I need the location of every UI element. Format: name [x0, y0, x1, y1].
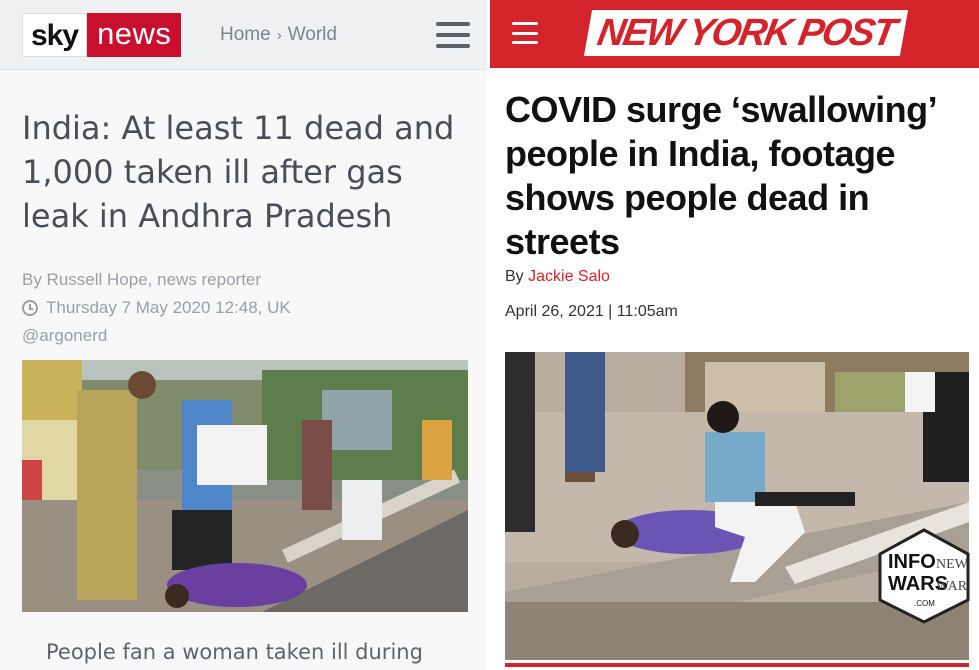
infowars-watermark: INFO WARS NEW WAR .COM	[878, 528, 970, 624]
sky-header: sky news Home › World	[0, 0, 487, 70]
article-author: By Russell Hope, news reporter	[22, 270, 262, 289]
accent-bar	[505, 663, 969, 667]
ny-post-logo[interactable]: NEW YORK POST	[583, 10, 909, 56]
breadcrumb-separator: ›	[276, 26, 282, 44]
breadcrumb: Home › World	[220, 24, 337, 46]
infowars-logo-icon: INFO WARS NEW WAR .COM	[878, 528, 970, 624]
watermark-small: .COM	[914, 599, 935, 608]
logo-sky-text: sky	[22, 13, 88, 57]
article-author-link[interactable]: Jackie Salo	[528, 268, 610, 285]
watermark-line1: INFO	[888, 551, 936, 573]
article-headline: COVID surge ‘swallowing’ people in India…	[505, 89, 936, 262]
watermark-line4: WAR	[936, 579, 968, 594]
article-photo	[22, 360, 468, 612]
nyp-header: NEW YORK POST	[490, 0, 979, 68]
breadcrumb-world[interactable]: World	[288, 24, 337, 46]
article-date-row: Thursday 7 May 2020 12:48, UK	[22, 298, 291, 318]
sky-news-article: sky news Home › World India: At least 11…	[0, 0, 487, 670]
article-date: April 26, 2021 | 11:05am	[505, 303, 678, 320]
clock-icon	[22, 300, 38, 316]
watermark-line3: NEW	[936, 557, 969, 572]
logo-news-text: news	[87, 13, 182, 57]
hamburger-menu-icon[interactable]	[512, 22, 538, 44]
article-byline: By Jackie Salo	[505, 268, 610, 286]
photo-scene-street-gas-leak	[22, 360, 468, 612]
breadcrumb-home[interactable]: Home	[220, 24, 271, 46]
hamburger-menu-icon[interactable]	[436, 22, 470, 48]
byline-prefix: By	[505, 268, 524, 285]
article-headline: India: At least 11 dead and 1,000 taken …	[22, 109, 455, 235]
photo-caption: People fan a woman taken ill during	[46, 640, 423, 664]
sky-news-logo[interactable]: sky news	[22, 13, 182, 57]
article-date: Thursday 7 May 2020 12:48, UK	[46, 298, 291, 317]
author-handle[interactable]: @argonerd	[22, 326, 107, 346]
